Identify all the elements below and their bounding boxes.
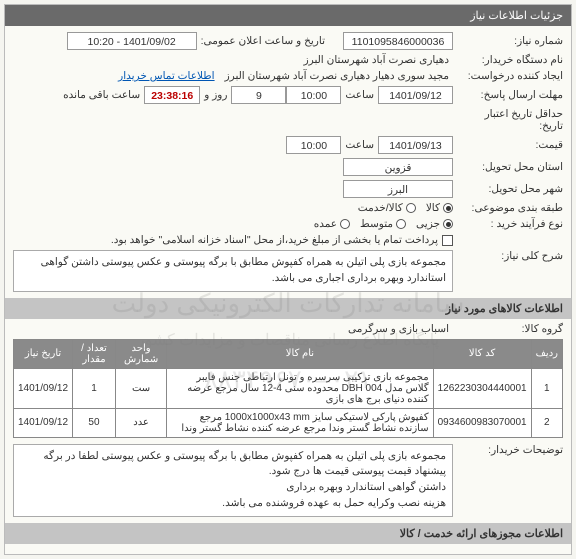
announce-label: تاریخ و ساعت اعلان عمومی: <box>197 35 325 47</box>
contact-link[interactable]: اطلاعات تماس خریدار <box>118 70 214 82</box>
goods-group-value: اسباب بازی و سرگرمی <box>344 323 453 335</box>
deadline-time: 10:00 <box>286 136 341 154</box>
pay-note: پرداخت تمام یا بخشی از مبلغ خرید،از محل … <box>107 234 442 246</box>
province-label: استان محل تحویل: <box>453 161 563 173</box>
day-and-label: روز و <box>200 89 231 101</box>
radio-kala-service[interactable]: کالا/خدمت <box>358 202 416 214</box>
details-panel: جزئیات اطلاعات نیاز شماره نیاز: 11010958… <box>4 4 572 555</box>
city-label: شهر محل تحویل: <box>453 183 563 195</box>
requester-label: ایجاد کننده درخواست: <box>453 70 563 82</box>
need-no-value: 1101095846000036 <box>343 32 453 50</box>
group-topic-radios: کالا کالا/خدمت <box>358 202 453 214</box>
device-value: دهیاری نصرت آباد شهرستان البرز <box>300 54 453 66</box>
permits-section-header: اطلاعات مجوزهای ارائه خدمت / کالا <box>5 523 571 544</box>
radio-motavaset[interactable]: متوسط <box>360 218 406 230</box>
th-unit: واحد شمارش <box>115 339 166 368</box>
buy-process-radios: جزیی متوسط عمده <box>314 218 453 230</box>
city-value: البرز <box>343 180 453 198</box>
table-row: 1 1262230304440001 مجموعه بازی ترکیبی سر… <box>14 368 563 408</box>
deadline-date: 1401/09/13 <box>378 136 453 154</box>
reply-deadline-label: مهلت ارسال پاسخ: <box>453 89 563 101</box>
hour-label-2: ساعت <box>341 139 378 151</box>
remain-label: ساعت باقی مانده <box>59 89 144 101</box>
province-value: قزوین <box>343 158 453 176</box>
th-code: کد کالا <box>433 339 531 368</box>
table-row: 2 0934600983070001 کفپوش پارکی لاستیکی س… <box>14 408 563 437</box>
buy-process-label: نوع فرآیند خرید : <box>453 218 563 230</box>
th-qty: تعداد / مقدار <box>73 339 116 368</box>
hour-label-1: ساعت <box>341 89 378 101</box>
items-section-header: اطلاعات کالاهای مورد نیاز <box>5 298 571 319</box>
goods-group-label: گروه کالا: <box>453 323 563 335</box>
reply-time: 10:00 <box>286 86 341 104</box>
th-date: تاریخ نیاز <box>14 339 73 368</box>
need-no-label: شماره نیاز: <box>453 35 563 47</box>
deadline-start-label: حداقل تاریخ اعتبارتاریخ: <box>453 108 563 132</box>
reply-date: 1401/09/12 <box>378 86 453 104</box>
buyer-notes-value: مجموعه بازی پلی اتیلن به همراه کفپوش مطا… <box>13 444 453 517</box>
th-row: ردیف <box>531 339 562 368</box>
radio-jozi[interactable]: جزیی <box>416 218 453 230</box>
panel-title: جزئیات اطلاعات نیاز <box>5 5 571 26</box>
time-remain: 23:38:16 <box>144 86 200 104</box>
pay-checkbox[interactable] <box>442 235 453 246</box>
general-desc-label: شرح کلی نیاز: <box>453 250 563 262</box>
radio-kala[interactable]: کالا <box>426 202 453 214</box>
device-label: نام دستگاه خریدار: <box>453 54 563 66</box>
requester-value: مجید سوری دهیار دهیاری نصرت آباد شهرستان… <box>221 70 453 82</box>
th-name: نام کالا <box>167 339 433 368</box>
group-topic-label: طبقه بندی موضوعی: <box>453 202 563 214</box>
radio-omde[interactable]: عمده <box>314 218 350 230</box>
announce-value: 1401/09/02 - 10:20 <box>67 32 197 50</box>
items-table: ردیف کد کالا نام کالا واحد شمارش تعداد /… <box>13 339 563 438</box>
buyer-notes-label: توضیحات خریدار: <box>453 444 563 456</box>
table-header-row: ردیف کد کالا نام کالا واحد شمارش تعداد /… <box>14 339 563 368</box>
general-desc-value: مجموعه بازی پلی اتیلن به همراه کفپوش مطا… <box>13 250 453 292</box>
price-label: قیمت: <box>453 139 563 151</box>
days-remain: 9 <box>231 86 286 104</box>
